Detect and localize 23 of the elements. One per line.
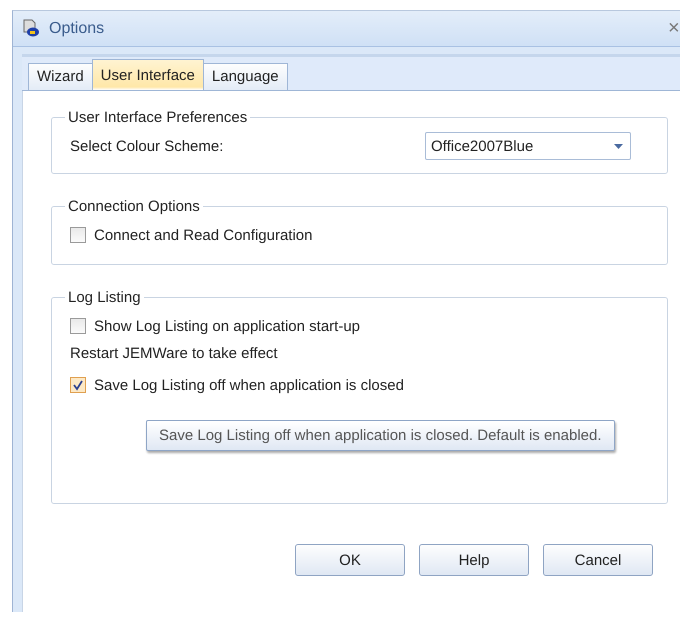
dialog-button[interactable]: Help [419, 544, 529, 576]
checkbox-label[interactable]: Save Log Listing off when application is closed [94, 376, 404, 394]
field-label: Select Colour Scheme: [70, 138, 224, 154]
tab[interactable]: Wizard [28, 63, 93, 90]
checkbox-label[interactable]: Show Log Listing on application start-up [94, 318, 360, 334]
group-title: Log Listing [67, 289, 142, 306]
checkbox[interactable] [70, 318, 86, 334]
dialog-button[interactable]: OK [295, 544, 405, 576]
group-title: Connection Options [67, 198, 201, 215]
colour-scheme-dropdown[interactable]: Office2007Blue [425, 132, 631, 160]
app-icon [21, 18, 41, 38]
tab[interactable]: User Interface [92, 59, 204, 90]
checkbox[interactable] [70, 227, 86, 243]
checkbox-label[interactable]: Connect and Read Configuration [94, 226, 312, 244]
dialog-button[interactable]: Cancel [543, 544, 653, 576]
window-title: Options [49, 20, 104, 38]
checkbox[interactable] [70, 377, 86, 393]
close-button[interactable]: × [668, 17, 680, 40]
tooltip: Save Log Listing off when application is closed. Default is enabled. [146, 420, 615, 451]
group-title: User Interface Preferences [67, 109, 248, 126]
note-text: Restart JEMWare to take effect [70, 345, 279, 362]
caret-icon [614, 144, 623, 148]
tab[interactable]: Language [202, 63, 288, 90]
